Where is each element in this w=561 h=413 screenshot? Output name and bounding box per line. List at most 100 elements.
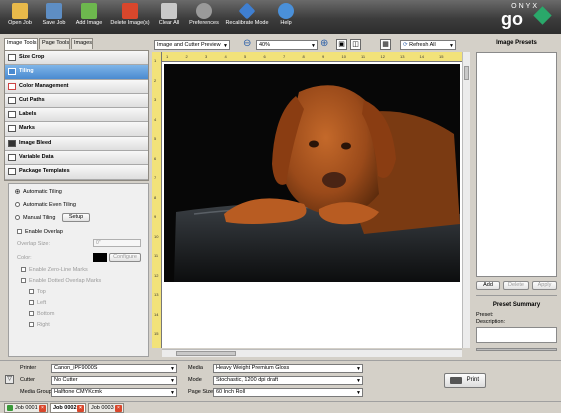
ruler-tick-label: 1 xyxy=(154,58,157,63)
grid-view-icon[interactable]: ▦ xyxy=(380,39,391,50)
manual-tiling-radio[interactable]: Manual Tiling xyxy=(15,215,55,221)
preview-canvas[interactable] xyxy=(162,62,462,348)
dog-photo-graphic xyxy=(164,64,460,282)
preview-mode-select[interactable]: Image and Cutter Preview ▼ xyxy=(154,40,230,50)
onyx-go-logo: ONYX go xyxy=(493,2,553,32)
cutter-value: No Cutter xyxy=(54,377,78,383)
description-field[interactable] xyxy=(476,327,557,343)
dog-image[interactable] xyxy=(164,64,460,282)
chevron-down-icon: ▼ xyxy=(170,390,175,396)
media-select[interactable]: Heavy Weight Premium Gloss ▼ xyxy=(213,364,363,373)
horizontal-scroll-thumb[interactable] xyxy=(176,351,236,356)
labels-icon xyxy=(8,111,16,119)
variable-data-icon xyxy=(8,154,16,162)
ruler-tick-label: 5 xyxy=(154,136,157,141)
chevron-down-icon: ▼ xyxy=(170,366,175,372)
section-marks[interactable]: Marks xyxy=(5,122,148,137)
printer-select[interactable]: Canon_iPF9000S ▼ xyxy=(51,364,177,373)
add-image-button[interactable]: Add Image xyxy=(72,2,106,32)
refresh-all-button[interactable]: ⟳ Refresh All ▼ xyxy=(400,40,456,50)
add-preset-button[interactable]: Add xyxy=(476,281,500,290)
cutter-label: Cutter xyxy=(20,377,35,383)
marks-icon xyxy=(8,125,16,133)
cutter-select[interactable]: No Cutter ▼ xyxy=(51,376,177,385)
open-job-button[interactable]: Open Job xyxy=(4,2,36,32)
preview-mode-value: Image and Cutter Preview xyxy=(157,42,221,48)
tab-page-tools[interactable]: Page Tools xyxy=(39,38,70,49)
help-button[interactable]: Help xyxy=(274,2,298,32)
automatic-even-tiling-radio[interactable]: Automatic Even Tiling xyxy=(15,202,76,208)
section-variable-data[interactable]: Variable Data xyxy=(5,151,148,166)
media-group-select[interactable]: Halftone CMYKcmk ▼ xyxy=(51,388,177,397)
right-checkbox[interactable]: Right xyxy=(29,322,50,328)
overlap-color-swatch[interactable] xyxy=(93,253,107,262)
checkbox-icon xyxy=(29,322,34,328)
bottom-checkbox[interactable]: Bottom xyxy=(29,311,54,317)
print-button[interactable]: Print xyxy=(444,373,486,388)
preview-horizontal-scrollbar[interactable] xyxy=(162,349,462,357)
description-label: Description: xyxy=(476,319,506,325)
zoom-select[interactable]: 40% ▼ xyxy=(256,40,318,50)
section-size-crop[interactable]: Size Crop xyxy=(5,51,148,66)
left-checkbox[interactable]: Left xyxy=(29,300,46,306)
ruler-tick-label: 9 xyxy=(154,214,157,219)
job-tab-0001[interactable]: Job 0001 × xyxy=(4,403,48,413)
zero-line-marks-checkbox[interactable]: Enable Zero-Line Marks xyxy=(21,267,88,273)
apply-preset-button[interactable]: Apply xyxy=(532,281,557,290)
media-group-label: Media Group xyxy=(20,389,52,395)
close-icon[interactable]: × xyxy=(77,405,84,412)
summary-resize-handle[interactable] xyxy=(476,348,557,351)
top-checkbox[interactable]: Top xyxy=(29,289,46,295)
fit-width-icon[interactable]: ◫ xyxy=(350,39,361,50)
page-size-select[interactable]: 60 Inch Roll ▼ xyxy=(213,388,363,397)
fit-page-icon[interactable]: ▣ xyxy=(336,39,347,50)
ruler-tick-label: 11 xyxy=(154,253,159,258)
dotted-overlap-marks-checkbox[interactable]: Enable Dotted Overlap Marks xyxy=(21,278,101,284)
delete-images-button[interactable]: Delete Image(s) xyxy=(108,2,152,32)
job-settings-bar: ▽ Printer Canon_iPF9000S ▼ Cutter No Cut… xyxy=(0,360,561,401)
vertical-scroll-thumb[interactable] xyxy=(464,66,469,80)
section-package-templates[interactable]: Package Templates xyxy=(5,165,148,180)
section-color-management[interactable]: Color Management xyxy=(5,79,148,94)
chevron-down-icon: ▼ xyxy=(223,43,228,49)
cut-paths-icon xyxy=(8,96,16,104)
setup-button[interactable]: Setup xyxy=(62,213,90,222)
ruler-tick-label: 6 xyxy=(154,155,157,161)
right-label: Right xyxy=(37,322,50,328)
preview-vertical-scrollbar[interactable] xyxy=(462,52,470,348)
clear-all-button[interactable]: Clear All xyxy=(154,2,184,32)
close-icon[interactable]: × xyxy=(39,405,46,412)
cutter-icon: ▽ xyxy=(5,375,14,384)
job-tab-0002[interactable]: Job 0002 × xyxy=(50,403,86,413)
section-tiling[interactable]: Tiling xyxy=(5,65,148,80)
enable-overlap-checkbox[interactable]: Enable Overlap xyxy=(17,229,63,235)
section-tiling-label: Tiling xyxy=(19,68,34,75)
size-crop-icon xyxy=(8,54,16,61)
ruler-tick-label: 13 xyxy=(400,54,405,59)
overlap-size-field[interactable]: 0" xyxy=(93,239,141,247)
ruler-tick-label: 2 xyxy=(154,77,157,83)
ruler-tick-label: 2 xyxy=(185,54,188,59)
zero-line-marks-label: Enable Zero-Line Marks xyxy=(29,267,88,273)
section-cut-paths[interactable]: Cut Paths xyxy=(5,93,148,109)
tab-image-tools[interactable]: Image Tools xyxy=(4,38,38,50)
vertical-ruler: 1 2 3 4 5 6 7 8 9 10 11 12 13 14 15 xyxy=(152,52,162,348)
color-label: Color: xyxy=(17,255,32,261)
tab-images[interactable]: Images xyxy=(71,38,93,49)
delete-preset-button[interactable]: Delete xyxy=(503,281,529,290)
configure-button[interactable]: Configure xyxy=(109,253,141,262)
divider xyxy=(476,295,557,296)
job-tab-0003[interactable]: Job 0003 × xyxy=(88,403,124,413)
section-labels[interactable]: Labels xyxy=(5,108,148,123)
mode-select[interactable]: Stochastic, 1200 dpi draft ▼ xyxy=(213,376,363,385)
section-image-bleed[interactable]: Image Bleed xyxy=(5,136,148,152)
preferences-button[interactable]: Preferences xyxy=(186,2,222,32)
image-presets-list[interactable] xyxy=(476,52,557,277)
close-icon[interactable]: × xyxy=(115,405,122,412)
recalibrate-mode-button[interactable]: Recalibrate Mode xyxy=(224,2,270,32)
automatic-tiling-radio[interactable]: Automatic Tiling xyxy=(15,189,62,195)
save-job-button[interactable]: Save Job xyxy=(38,2,70,32)
zoom-in-icon[interactable]: ⊕ xyxy=(320,38,328,49)
ruler-tick-label: 12 xyxy=(154,272,159,278)
zoom-out-icon[interactable]: ⊖ xyxy=(243,38,251,49)
